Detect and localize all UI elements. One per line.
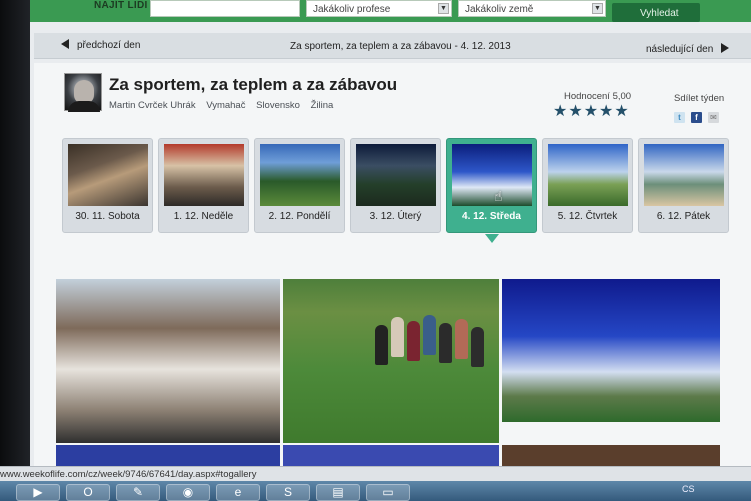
day-thumbnail-image <box>452 144 532 206</box>
day-title: Za sportem, za teplem a za zábavou - 4. … <box>290 41 511 52</box>
browser-status-bar: www.weekoflife.com/cz/week/9746/67641/da… <box>0 466 751 481</box>
previous-day-link[interactable]: předchozí den <box>61 39 140 51</box>
page-title: Za sportem, za teplem a za zábavou <box>109 75 398 94</box>
opera-icon[interactable]: O <box>66 484 110 501</box>
gallery-photo-golf-cart[interactable] <box>56 279 280 443</box>
share-week-label: Sdílet týden <box>674 93 725 104</box>
country-select-value: Jakákoliv země <box>465 4 534 15</box>
facebook-icon[interactable]: f <box>691 112 702 123</box>
hand-cursor-icon: ☝ <box>494 188 503 204</box>
author-profession-link[interactable]: Vymahač <box>206 100 245 111</box>
photo-gallery <box>56 279 729 466</box>
day-thumbnail-image <box>68 144 148 206</box>
day-label: 4. 12. Středa <box>462 211 521 222</box>
day-card-active[interactable]: ☝ 4. 12. Středa <box>446 138 537 243</box>
day-thumbnail-image <box>356 144 436 206</box>
day-thumbnail-image <box>260 144 340 206</box>
share-icons: t f ✉ <box>674 107 725 125</box>
day-navigation: předchozí den Za sportem, za teplem a za… <box>34 33 751 59</box>
next-day-label: následující den <box>646 44 714 55</box>
country-select[interactable]: Jakákoliv země ▼ <box>458 0 606 17</box>
day-label: 3. 12. Úterý <box>369 211 422 222</box>
language-indicator[interactable]: CS <box>682 484 695 494</box>
top-search-bar: NAJÍT LIDI Jakákoliv profese ▼ Jakákoliv… <box>30 0 751 22</box>
gallery-photo-group[interactable] <box>283 279 499 443</box>
profession-select-value: Jakákoliv profese <box>313 4 391 15</box>
rating-stars[interactable]: ★★★★★ <box>553 101 630 121</box>
chrome-icon[interactable]: ◉ <box>166 484 210 501</box>
group-people <box>375 307 495 397</box>
day-label: 5. 12. Čtvrtek <box>557 211 618 222</box>
avatar-shoulders <box>68 101 100 112</box>
author-name-link[interactable]: Martin Cvrček Uhrák <box>109 100 196 111</box>
status-url: www.weekoflife.com/cz/week/9746/67641/da… <box>0 469 257 480</box>
chevron-down-icon: ▼ <box>438 3 449 14</box>
day-label: 2. 12. Pondělí <box>268 211 331 222</box>
day-card[interactable]: 5. 12. Čtvrtek <box>542 138 633 233</box>
gallery-photo-row2-1[interactable] <box>56 445 280 466</box>
author-city-link[interactable]: Žilina <box>311 100 334 111</box>
day-label: 1. 12. Neděle <box>173 211 234 222</box>
email-icon[interactable]: ✉ <box>708 112 719 123</box>
day-label: 6. 12. Pátek <box>656 211 711 222</box>
day-thumbnail-image <box>164 144 244 206</box>
day-thumbnail-image <box>548 144 628 206</box>
author-country-link[interactable]: Slovensko <box>256 100 300 111</box>
profession-select[interactable]: Jakákoliv profese ▼ <box>306 0 452 17</box>
content-panel: Za sportem, za teplem a za zábavou Marti… <box>34 63 751 466</box>
taskbar: ▶ O ✎ ◉ e S ▤ ▭ CS <box>0 481 751 501</box>
search-input[interactable] <box>150 0 300 17</box>
day-card[interactable]: 1. 12. Neděle <box>158 138 249 233</box>
avatar[interactable] <box>64 73 102 112</box>
day-card[interactable]: 3. 12. Úterý <box>350 138 441 233</box>
gallery-photo-row2-3[interactable] <box>502 445 720 466</box>
chevron-down-icon: ▼ <box>592 3 603 14</box>
monitor-bezel <box>0 0 34 501</box>
next-day-link[interactable]: následující den <box>646 43 730 55</box>
find-people-label: NAJÍT LIDI <box>94 0 148 11</box>
media-player-icon[interactable]: ▶ <box>16 484 60 501</box>
day-label: 30. 11. Sobota <box>75 211 140 222</box>
window-icon[interactable]: ▭ <box>366 484 410 501</box>
search-button[interactable]: Vyhledat <box>612 3 700 22</box>
previous-day-label: předchozí den <box>77 40 141 51</box>
arrow-right-icon <box>721 43 730 53</box>
day-card[interactable]: 6. 12. Pátek <box>638 138 729 233</box>
app-icon[interactable]: ✎ <box>116 484 160 501</box>
internet-explorer-icon[interactable]: e <box>216 484 260 501</box>
active-day-pointer <box>485 234 499 243</box>
author-meta: Martin Cvrček Uhrák Vymahač Slovensko Ži… <box>109 100 341 111</box>
skype-icon[interactable]: S <box>266 484 310 501</box>
browser-page: NAJÍT LIDI Jakákoliv profese ▼ Jakákoliv… <box>30 0 751 466</box>
file-icon[interactable]: ▤ <box>316 484 360 501</box>
gallery-photo-sky[interactable] <box>502 279 720 422</box>
gallery-photo-row2-2[interactable] <box>283 445 499 466</box>
arrow-left-icon <box>61 39 69 49</box>
day-card[interactable]: 2. 12. Pondělí <box>254 138 345 233</box>
day-thumbnail-image <box>644 144 724 206</box>
twitter-icon[interactable]: t <box>674 112 685 123</box>
day-card[interactable]: 30. 11. Sobota <box>62 138 153 233</box>
